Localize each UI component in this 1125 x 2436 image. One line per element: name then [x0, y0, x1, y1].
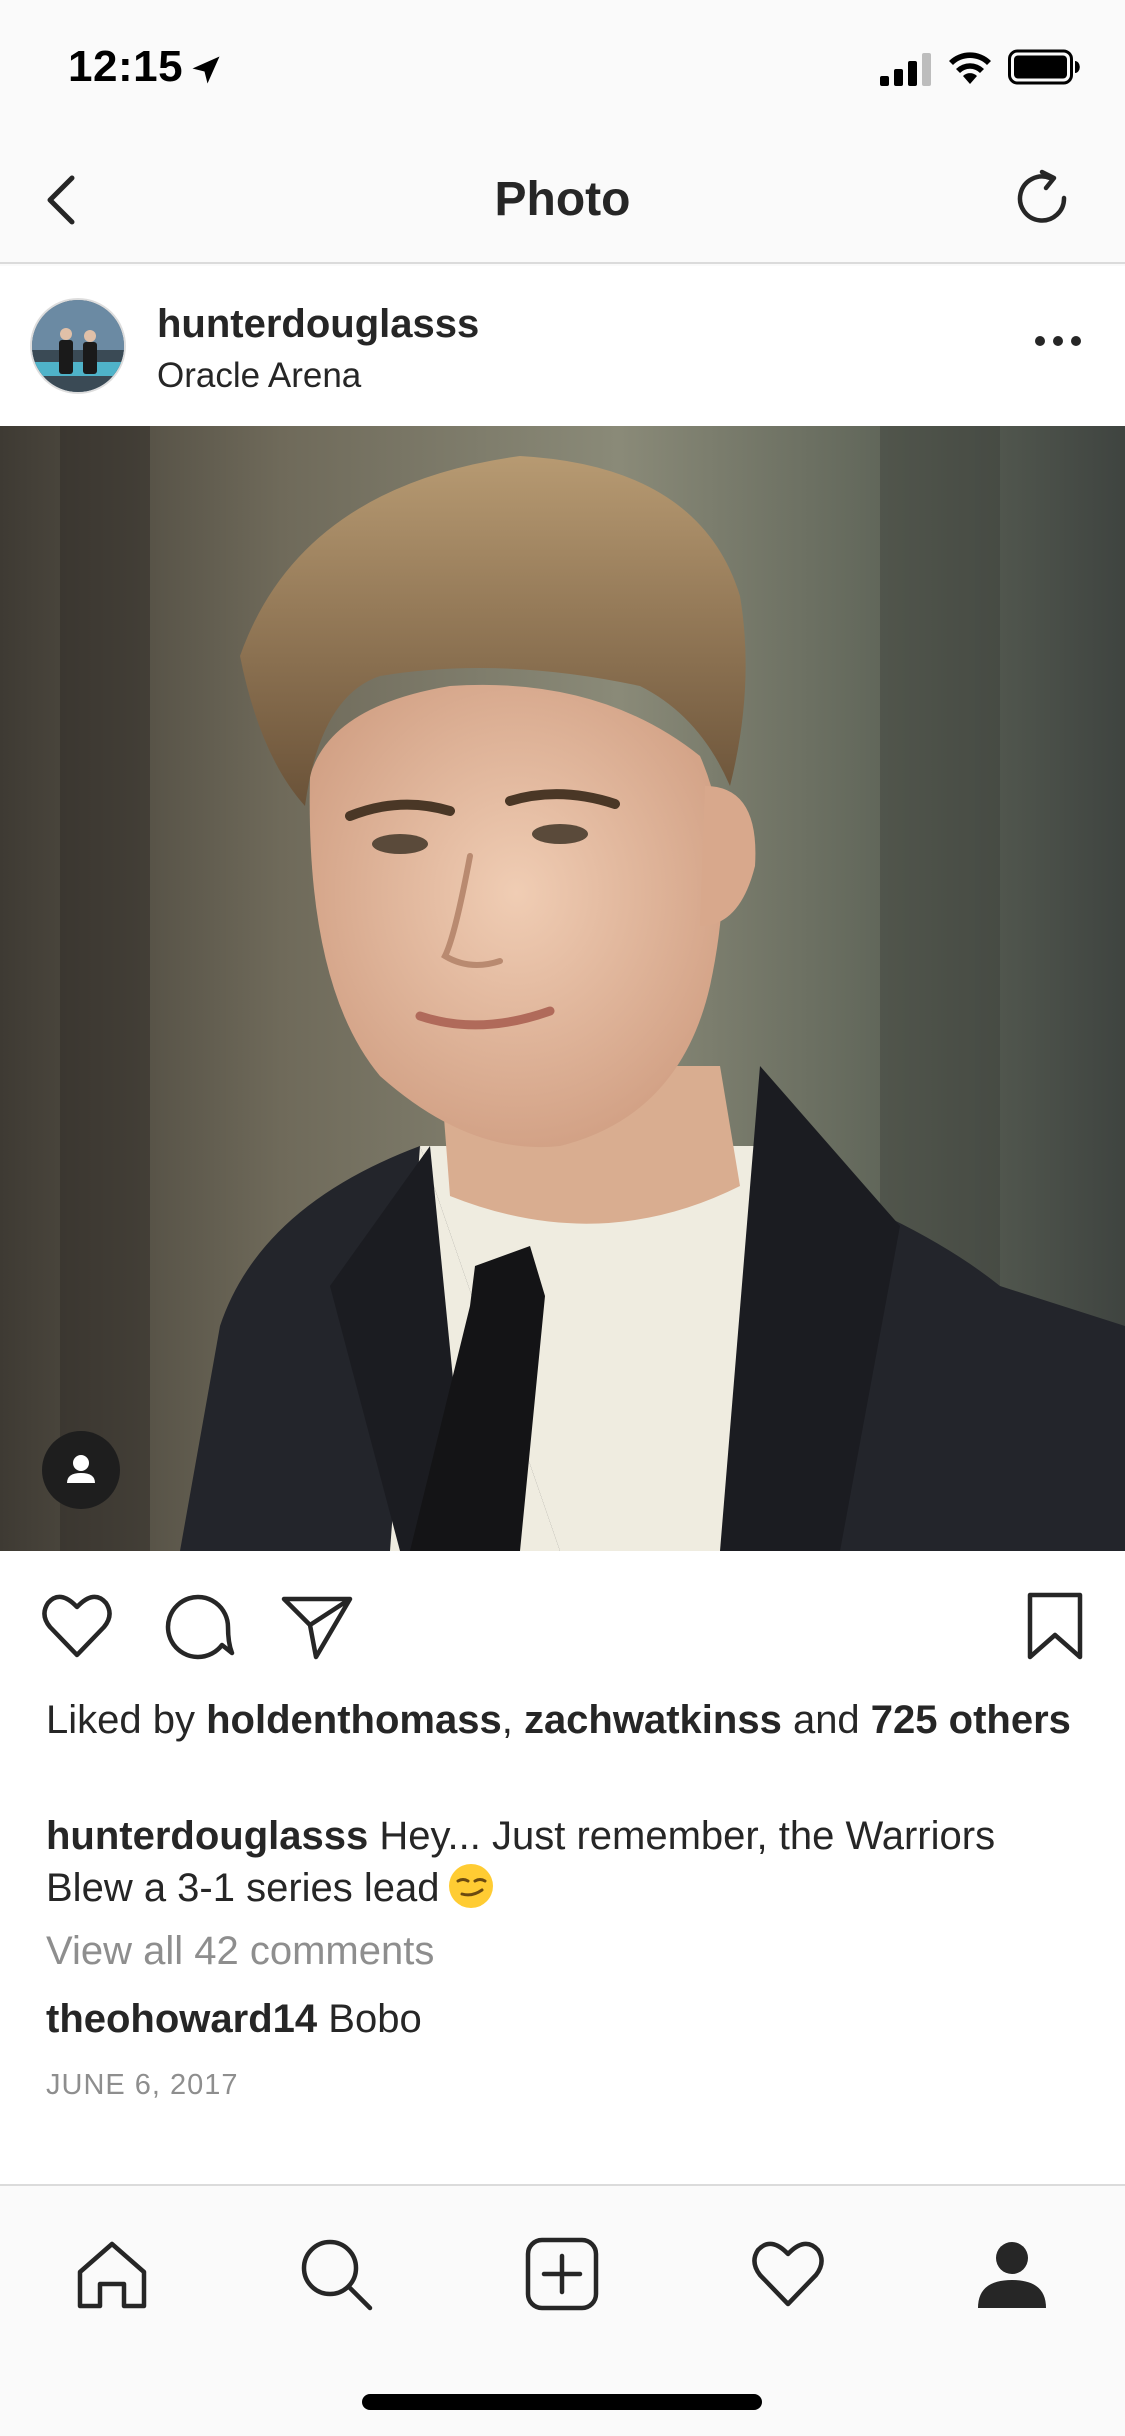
- status-bar: 12:15: [0, 0, 1125, 132]
- add-post-icon[interactable]: [522, 2234, 602, 2314]
- location-arrow-icon: [192, 56, 220, 84]
- heart-icon[interactable]: [38, 1587, 116, 1665]
- likes-summary[interactable]: Liked by holdenthomass, zachwatkinss and…: [46, 1695, 1086, 1745]
- comment-text: Bobo: [317, 1997, 422, 2041]
- nav-bar: Photo: [0, 132, 1125, 264]
- likes-connector: and: [781, 1698, 871, 1742]
- post-photo[interactable]: [0, 426, 1125, 1551]
- bookmark-icon[interactable]: [1018, 1587, 1092, 1665]
- likes-count[interactable]: 725 others: [871, 1698, 1071, 1742]
- post-details: Liked by holdenthomass, zachwatkinss and…: [0, 1681, 1125, 2186]
- heart-icon[interactable]: [748, 2234, 828, 2314]
- post-date: JUNE 6, 2017: [46, 2069, 239, 2101]
- liker-username[interactable]: holdenthomass: [206, 1698, 502, 1742]
- signal-icon: [880, 53, 931, 86]
- battery-icon: [1008, 49, 1080, 85]
- liker-username[interactable]: zachwatkinss: [524, 1698, 782, 1742]
- post-username[interactable]: hunterdouglasss: [157, 302, 479, 347]
- likes-prefix: Liked by: [46, 1698, 207, 1742]
- send-icon[interactable]: [278, 1587, 356, 1665]
- likes-separator: ,: [501, 1698, 524, 1742]
- user-tag-icon: [67, 1455, 95, 1483]
- post-location[interactable]: Oracle Arena: [157, 356, 361, 396]
- home-icon[interactable]: [72, 2234, 152, 2314]
- profile-icon[interactable]: [972, 2234, 1052, 2314]
- wifi-icon: [949, 52, 991, 84]
- search-icon[interactable]: [296, 2234, 376, 2314]
- screen: 12:15 Photo hunterdouglasss Oracle Arena…: [0, 0, 1125, 2436]
- avatar[interactable]: [30, 298, 126, 394]
- more-horizontal-icon[interactable]: [1034, 330, 1082, 352]
- action-bar: [0, 1551, 1125, 1681]
- user-tag-button[interactable]: [42, 1431, 120, 1509]
- comment-icon[interactable]: [160, 1587, 238, 1665]
- smirk-emoji-icon: [448, 1864, 493, 1908]
- comment-username[interactable]: theohoward14: [46, 1997, 317, 2041]
- home-indicator[interactable]: [362, 2394, 762, 2410]
- refresh-icon[interactable]: [1010, 166, 1074, 230]
- view-all-comments-link[interactable]: View all 42 comments: [46, 1929, 434, 1974]
- status-time: 12:15: [68, 42, 184, 91]
- post-header: hunterdouglasss Oracle Arena: [0, 266, 1125, 426]
- page-title: Photo: [494, 173, 631, 226]
- comment-item: theohoward14 Bobo: [46, 1997, 422, 2042]
- caption-username[interactable]: hunterdouglasss: [46, 1814, 368, 1858]
- post-caption: hunterdouglasss Hey... Just remember, th…: [46, 1811, 1086, 1913]
